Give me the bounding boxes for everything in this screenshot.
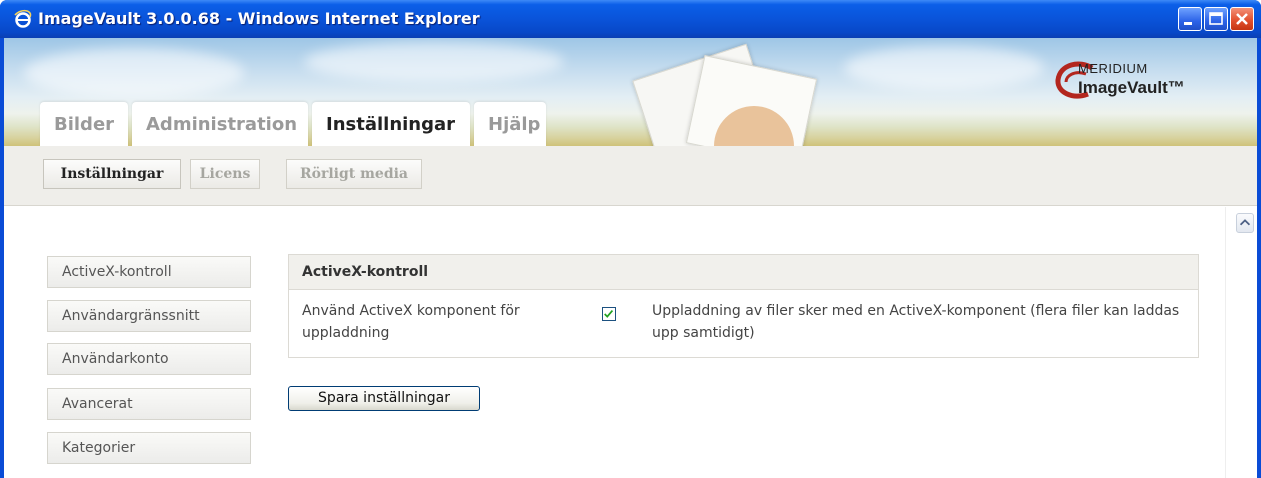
tab-bilder[interactable]: Bilder: [40, 102, 128, 146]
banner-cloud: [844, 46, 1044, 90]
maximize-button[interactable]: [1204, 7, 1228, 31]
checkmark-icon: [604, 310, 614, 318]
sidebar-item-anvandarkonto[interactable]: Användarkonto: [47, 343, 251, 375]
main-content: ActiveX-kontroll Användargränssnitt Anvä…: [4, 207, 1257, 478]
sub-navigation: Inställningar Licens Rörligt media: [4, 146, 1257, 206]
logo-text-bottom: ImageVault™: [1078, 78, 1185, 97]
sidebar-item-kategorier[interactable]: Kategorier: [47, 432, 251, 464]
save-settings-button[interactable]: Spara inställningar: [288, 386, 480, 411]
banner-cloud: [304, 42, 564, 82]
header-banner: MERIDIUM ImageVault™ Bilder Administrati…: [4, 38, 1257, 172]
tab-administration[interactable]: Administration: [132, 102, 308, 146]
subnav-rorligt-media[interactable]: Rörligt media: [286, 159, 422, 189]
internet-explorer-icon: [14, 9, 32, 28]
activex-field-label: Använd ActiveX komponent för uppladdning: [302, 303, 520, 341]
settings-panel: ActiveX-kontroll Använd ActiveX komponen…: [288, 254, 1199, 358]
tab-hjalp[interactable]: Hjälp: [474, 102, 546, 146]
minimize-icon: [1184, 22, 1192, 25]
browser-window: ImageVault 3.0.0.68 - Windows Internet E…: [0, 0, 1261, 478]
title-bar[interactable]: ImageVault 3.0.0.68 - Windows Internet E…: [0, 0, 1261, 38]
sidebar-item-anvandargranssnitt[interactable]: Användargränssnitt: [47, 300, 251, 332]
banner-cloud: [24, 48, 244, 98]
logo-text-top: MERIDIUM: [1078, 61, 1148, 76]
activex-field-description: Uppladdning av filer sker med en ActiveX…: [652, 303, 1180, 341]
vertical-scrollbar[interactable]: [1225, 207, 1257, 478]
browser-content: MERIDIUM ImageVault™ Bilder Administrati…: [4, 38, 1257, 478]
window-title: ImageVault 3.0.0.68 - Windows Internet E…: [38, 9, 480, 28]
sidebar-item-avancerat[interactable]: Avancerat: [47, 388, 251, 420]
subnav-licens[interactable]: Licens: [190, 159, 260, 189]
panel-title: ActiveX-kontroll: [289, 255, 1198, 290]
close-icon: [1236, 13, 1248, 25]
activex-checkbox[interactable]: [602, 307, 616, 321]
tab-installningar[interactable]: Inställningar: [312, 102, 470, 146]
close-button[interactable]: [1230, 7, 1254, 31]
chevron-up-icon: [1239, 219, 1251, 226]
sidebar-item-activex[interactable]: ActiveX-kontroll: [47, 256, 251, 288]
maximize-icon: [1209, 12, 1223, 25]
meridium-logo: MERIDIUM ImageVault™: [1052, 56, 1248, 104]
scroll-up-button[interactable]: [1236, 213, 1254, 233]
subnav-installningar[interactable]: Inställningar: [43, 159, 181, 189]
minimize-button[interactable]: [1178, 7, 1202, 31]
